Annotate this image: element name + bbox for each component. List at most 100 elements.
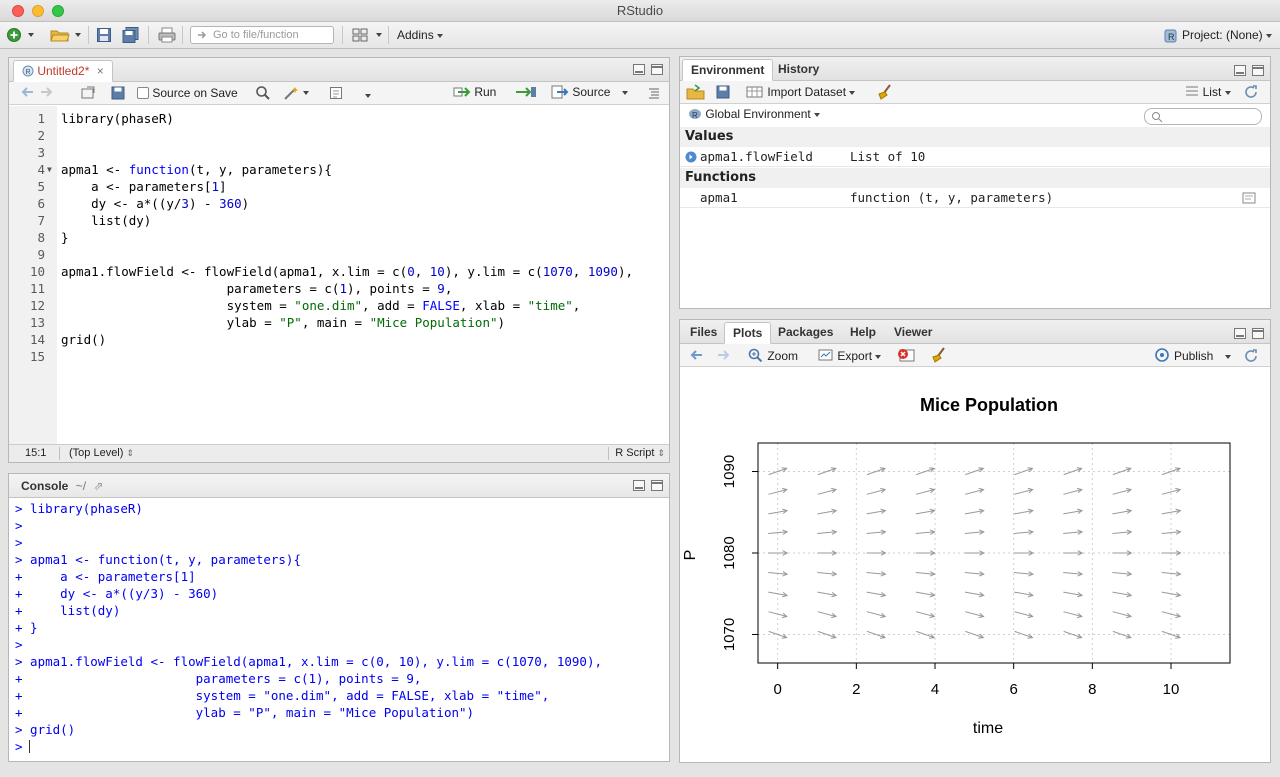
env-row-value[interactable]: apma1.flowField List of 10 xyxy=(680,147,1270,167)
next-plot-icon[interactable] xyxy=(716,348,732,365)
maximize-pane-icon[interactable] xyxy=(1252,65,1264,76)
line-number: 13 xyxy=(29,315,45,330)
code-text: } xyxy=(61,230,69,245)
code-tools-wand-icon[interactable] xyxy=(283,85,311,104)
tab-console[interactable]: Console ~/ ⇗ xyxy=(13,476,111,498)
help-tab-label: Help xyxy=(850,325,877,339)
previous-plot-icon[interactable] xyxy=(688,348,704,365)
code-editor[interactable]: 1 library(phaseR) 2 3 4 ▼ apma1 <- function(t,… xyxy=(9,106,669,444)
source-on-save-checkbox[interactable]: Source on Save xyxy=(137,86,238,100)
source-editor-pane: R Untitled2* × Source on Save Run Source… xyxy=(8,57,670,463)
forward-arrow-icon[interactable] xyxy=(39,85,55,102)
refresh-icon[interactable] xyxy=(1244,349,1260,363)
addins-menu[interactable]: Addins xyxy=(397,28,444,42)
console-line: > xyxy=(15,535,23,550)
y-tick-label: 1070 xyxy=(721,618,738,651)
maximize-pane-icon[interactable] xyxy=(651,480,663,491)
goto-directory-icon[interactable]: ⇗ xyxy=(93,479,103,493)
line-number: 12 xyxy=(29,298,45,313)
plot-area: Mice Population 0 2 4 6 8 10 1070 1080 1090 time P xyxy=(680,368,1270,762)
close-tab-icon[interactable]: × xyxy=(97,64,104,78)
code-line: 7 list(dy) xyxy=(9,212,669,229)
minimize-pane-icon[interactable] xyxy=(633,480,645,491)
run-button[interactable]: Run xyxy=(453,85,496,99)
console-path: ~/ xyxy=(75,479,87,493)
show-in-window-icon[interactable] xyxy=(81,86,95,103)
zoom-button[interactable]: Zoom xyxy=(748,348,798,363)
functions-header: Functions xyxy=(680,168,1270,188)
chevron-down-icon[interactable] xyxy=(365,88,371,102)
refresh-icon[interactable] xyxy=(1244,85,1260,99)
minimize-pane-icon[interactable] xyxy=(1234,65,1246,76)
tab-viewer[interactable]: Viewer xyxy=(886,322,940,344)
project-menu[interactable]: R Project: (None) xyxy=(1163,28,1272,43)
compile-report-icon[interactable] xyxy=(329,86,343,103)
clear-plots-broom-icon[interactable] xyxy=(930,347,948,366)
minimize-pane-icon[interactable] xyxy=(1234,328,1246,339)
code-line: 8} xyxy=(9,229,669,246)
maximize-window-button[interactable] xyxy=(52,5,64,17)
minimize-pane-icon[interactable] xyxy=(633,64,645,75)
scope-selector[interactable]: (Top Level) ⇕ xyxy=(69,445,134,462)
publish-button[interactable]: Publish xyxy=(1154,348,1260,363)
tab-plots[interactable]: Plots xyxy=(724,322,772,344)
x-tick-label: 8 xyxy=(1088,681,1096,698)
line-number: 14 xyxy=(29,332,45,347)
remove-plot-icon[interactable] xyxy=(896,347,916,366)
y-tick-label: 1080 xyxy=(721,536,738,569)
tab-environment[interactable]: Environment xyxy=(682,59,774,81)
filetype-selector[interactable]: R Script ⇕ xyxy=(615,445,665,462)
fold-arrow-icon[interactable]: ▼ xyxy=(47,161,52,178)
editor-tabbar: R Untitled2* × xyxy=(9,58,669,82)
env-row-function[interactable]: apma1 function (t, y, parameters) xyxy=(680,188,1270,208)
import-dataset-button[interactable]: Import Dataset xyxy=(746,85,856,99)
tab-untitled2[interactable]: R Untitled2* × xyxy=(13,60,113,82)
window-title: RStudio xyxy=(616,3,664,18)
chevron-down-icon xyxy=(1266,33,1272,38)
tab-files[interactable]: Files xyxy=(682,322,725,344)
code-line: 5 a <- parameters[1] xyxy=(9,178,669,195)
console-output[interactable]: > library(phaseR) > > > apma1 <- function(t… xyxy=(9,498,669,761)
view-mode-menu[interactable]: List xyxy=(1185,85,1260,99)
plots-toolbar: Zoom Export Publish xyxy=(680,344,1270,367)
tab-history[interactable]: History xyxy=(770,59,827,81)
export-button[interactable]: Export xyxy=(818,348,882,363)
environment-search-input[interactable] xyxy=(1144,108,1262,125)
environment-scope-menu[interactable]: R Global Environment xyxy=(688,107,821,121)
close-window-button[interactable] xyxy=(12,5,24,17)
code-text: a <- parameters[1] xyxy=(61,179,227,194)
goto-file-input[interactable]: Go to file/function xyxy=(190,26,334,44)
code-text: apma1.flowField <- flowField(apma1, x.li… xyxy=(61,264,634,279)
view-function-icon[interactable] xyxy=(1242,192,1256,204)
code-line: 1 library(phaseR) xyxy=(9,110,669,127)
document-outline-icon[interactable] xyxy=(647,86,661,103)
save-all-icon[interactable] xyxy=(122,27,140,43)
grid-layout-icon[interactable] xyxy=(352,27,384,43)
line-number: 5 xyxy=(37,179,45,194)
minimize-window-button[interactable] xyxy=(32,5,44,17)
back-arrow-icon[interactable] xyxy=(19,85,35,102)
expand-arrow-icon[interactable] xyxy=(685,151,697,163)
search-icon[interactable] xyxy=(255,85,271,104)
maximize-pane-icon[interactable] xyxy=(651,64,663,75)
clear-workspace-broom-icon[interactable] xyxy=(876,84,894,103)
window-titlebar: RStudio xyxy=(0,0,1280,22)
load-workspace-icon[interactable] xyxy=(686,84,706,103)
save-icon[interactable] xyxy=(111,86,125,103)
source-button[interactable]: Source xyxy=(551,85,628,99)
new-file-icon[interactable] xyxy=(6,27,36,43)
console-line: > apma1 <- function(t, y, parameters){ xyxy=(15,552,301,567)
print-icon[interactable] xyxy=(158,27,176,43)
save-icon[interactable] xyxy=(96,27,112,43)
line-number: 10 xyxy=(29,264,45,279)
maximize-pane-icon[interactable] xyxy=(1252,328,1264,339)
rerun-icon[interactable] xyxy=(515,85,537,102)
x-tick-label: 4 xyxy=(931,681,939,698)
tab-help[interactable]: Help xyxy=(842,322,884,344)
open-file-icon[interactable] xyxy=(50,27,84,43)
save-workspace-icon[interactable] xyxy=(716,85,730,102)
tab-packages[interactable]: Packages xyxy=(770,322,841,344)
chevron-down-icon xyxy=(1224,354,1231,359)
packages-tab-label: Packages xyxy=(778,325,834,339)
updown-icon: ⇕ xyxy=(126,448,135,458)
